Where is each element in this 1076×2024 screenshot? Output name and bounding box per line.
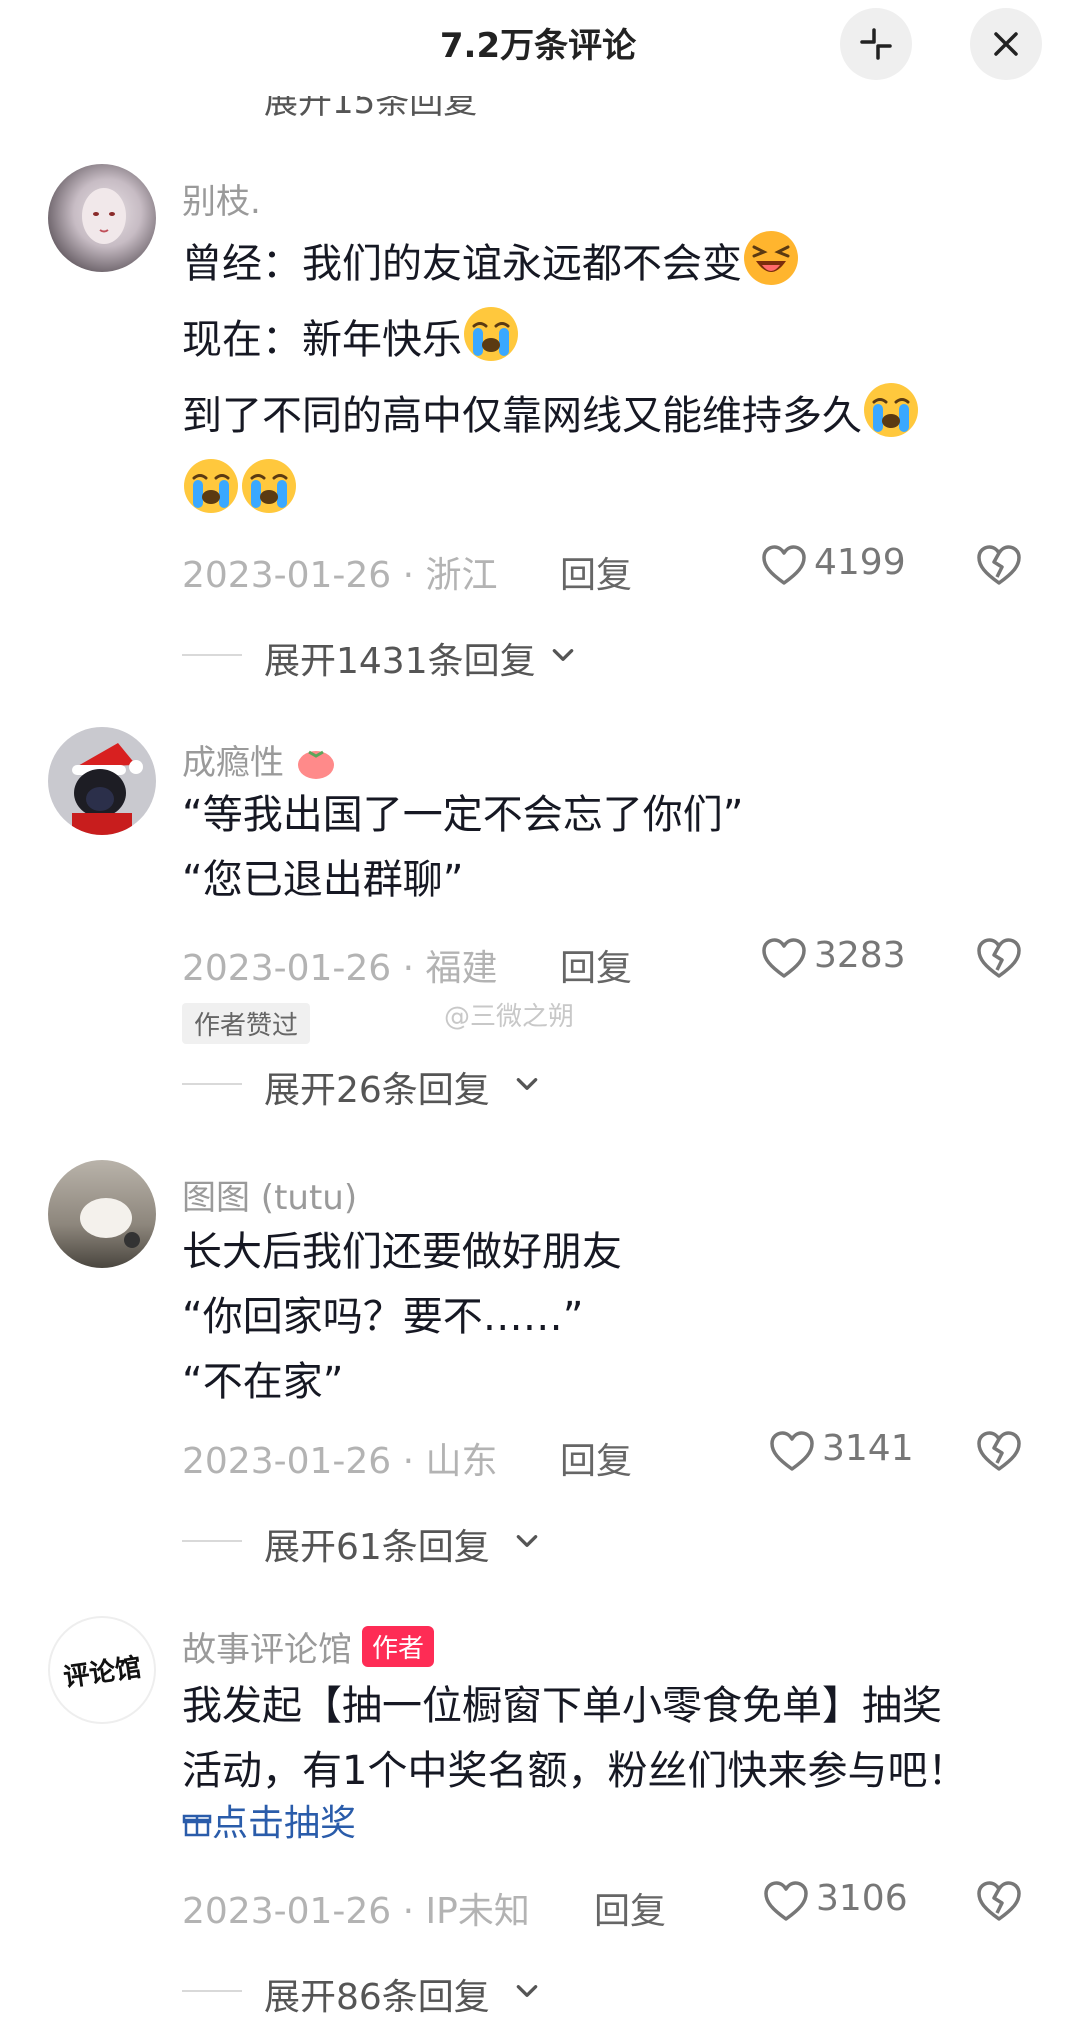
laughing-emoji-icon: [742, 229, 800, 287]
avatar-character-icon: [72, 743, 143, 835]
comment-line: 长大后我们还要做好朋友: [182, 1229, 622, 1275]
gift-icon: [182, 1814, 212, 1837]
heart-icon: [768, 1428, 816, 1476]
avatar-pet-icon: [80, 1198, 140, 1248]
comment-count-title: 7.2万条评论: [439, 26, 637, 66]
comment-line: 曾经：我们的友谊永远都不会变: [182, 241, 742, 287]
like-count: 3283: [814, 935, 906, 976]
comment-username[interactable]: 图图 (tutu): [182, 1170, 357, 1219]
chevron-down-icon: [514, 1071, 540, 1097]
comment-date-location: 2023-01-26 · 浙江: [182, 555, 498, 596]
divider: [182, 1083, 242, 1085]
expand-replies-label: 展开86条回复: [264, 1977, 490, 2018]
comment-line: 到了不同的高中仅靠网线又能维持多久: [182, 393, 862, 439]
like-count: 4199: [814, 542, 906, 583]
dislike-icon[interactable]: [975, 1878, 1023, 1926]
comment-line: 我发起【抽一位橱窗下单小零食免单】抽奖: [182, 1683, 942, 1729]
minimize-button[interactable]: [840, 8, 912, 80]
reply-button[interactable]: 回复: [560, 546, 632, 598]
comment-date-location: 2023-01-26 · 山东: [182, 1441, 498, 1482]
lottery-link-label: 点击抽奖: [212, 1803, 357, 1844]
username-text: 故事评论馆: [182, 1630, 352, 1670]
comment-date-location: 2023-01-26 · IP未知: [182, 1891, 530, 1932]
comment-line: “等我出国了一定不会忘了你们”: [182, 792, 744, 838]
comment-username[interactable]: 成瘾性: [182, 735, 337, 784]
reply-button[interactable]: 回复: [560, 1432, 632, 1484]
lottery-link[interactable]: 点击抽奖: [182, 1798, 356, 1850]
like-count: 3106: [816, 1878, 908, 1919]
comment-text: 曾经：我们的友谊永远都不会变 现在：新年快乐 到了不同的高中仅靠网线又能维持多久: [182, 226, 920, 530]
avatar-logo-text: 评论馆: [61, 1652, 144, 1694]
comment-line: 现在：新年快乐: [182, 317, 462, 363]
comments-header: 7.2万条评论: [0, 0, 1076, 96]
divider: [182, 1540, 242, 1542]
close-button[interactable]: [970, 8, 1042, 80]
tomato-icon: [297, 750, 334, 779]
close-icon: [994, 32, 1018, 56]
like-count: 3141: [822, 1428, 914, 1469]
like-button[interactable]: 4199: [760, 542, 910, 592]
chevron-down-icon: [550, 642, 576, 668]
comment-username[interactable]: 别枝.: [182, 174, 261, 223]
author-badge: 作者: [362, 1626, 435, 1667]
comment-line: “你回家吗？要不……”: [182, 1294, 584, 1340]
comment-username[interactable]: 故事评论馆 作者: [182, 1622, 435, 1671]
chevron-down-icon: [514, 1978, 540, 2004]
heart-icon: [760, 542, 808, 590]
dislike-icon[interactable]: [975, 1428, 1023, 1476]
avatar[interactable]: [48, 164, 156, 272]
minimize-icon: [860, 28, 892, 60]
divider: [182, 654, 242, 656]
comment-text: 我发起【抽一位橱窗下单小零食免单】抽奖 活动，有1个中奖名额，粉丝们快来参与吧！: [182, 1674, 967, 1804]
avatar[interactable]: [48, 727, 156, 835]
comment-text: “等我出国了一定不会忘了你们” “您已退出群聊”: [182, 783, 743, 913]
crying-emoji-icon: [462, 305, 520, 363]
heart-icon: [760, 935, 808, 983]
divider: [182, 1990, 242, 1992]
like-button[interactable]: 3283: [760, 935, 910, 985]
reply-button[interactable]: 回复: [560, 939, 632, 991]
comment-line: “您已退出群聊”: [182, 857, 464, 903]
avatar-portrait-icon: [82, 188, 126, 244]
reply-button[interactable]: 回复: [594, 1882, 666, 1934]
expand-replies-label: 展开1431条回复: [264, 641, 536, 682]
watermark: @三微之朔: [444, 1002, 575, 1032]
comment-line: “不在家”: [182, 1359, 344, 1405]
dislike-icon[interactable]: [975, 935, 1023, 983]
chevron-down-icon: [514, 1528, 540, 1554]
heart-icon: [762, 1878, 810, 1926]
crying-emoji-icon: [240, 457, 298, 515]
author-liked-badge: 作者赞过: [182, 1003, 311, 1044]
avatar[interactable]: 评论馆: [48, 1616, 156, 1724]
username-text: 成瘾性: [182, 743, 284, 783]
comment-text: 长大后我们还要做好朋友 “你回家吗？要不……” “不在家”: [182, 1220, 622, 1415]
expand-replies-label: 展开61条回复: [264, 1527, 490, 1568]
like-button[interactable]: 3106: [762, 1878, 912, 1928]
like-button[interactable]: 3141: [768, 1428, 918, 1478]
comment-date-location: 2023-01-26 · 福建: [182, 948, 498, 989]
comment-line: 活动，有1个中奖名额，粉丝们快来参与吧！: [182, 1748, 968, 1794]
crying-emoji-icon: [182, 457, 240, 515]
avatar[interactable]: [48, 1160, 156, 1268]
expand-replies-label: 展开26条回复: [264, 1070, 490, 1111]
dislike-icon[interactable]: [975, 542, 1023, 590]
crying-emoji-icon: [862, 381, 920, 439]
